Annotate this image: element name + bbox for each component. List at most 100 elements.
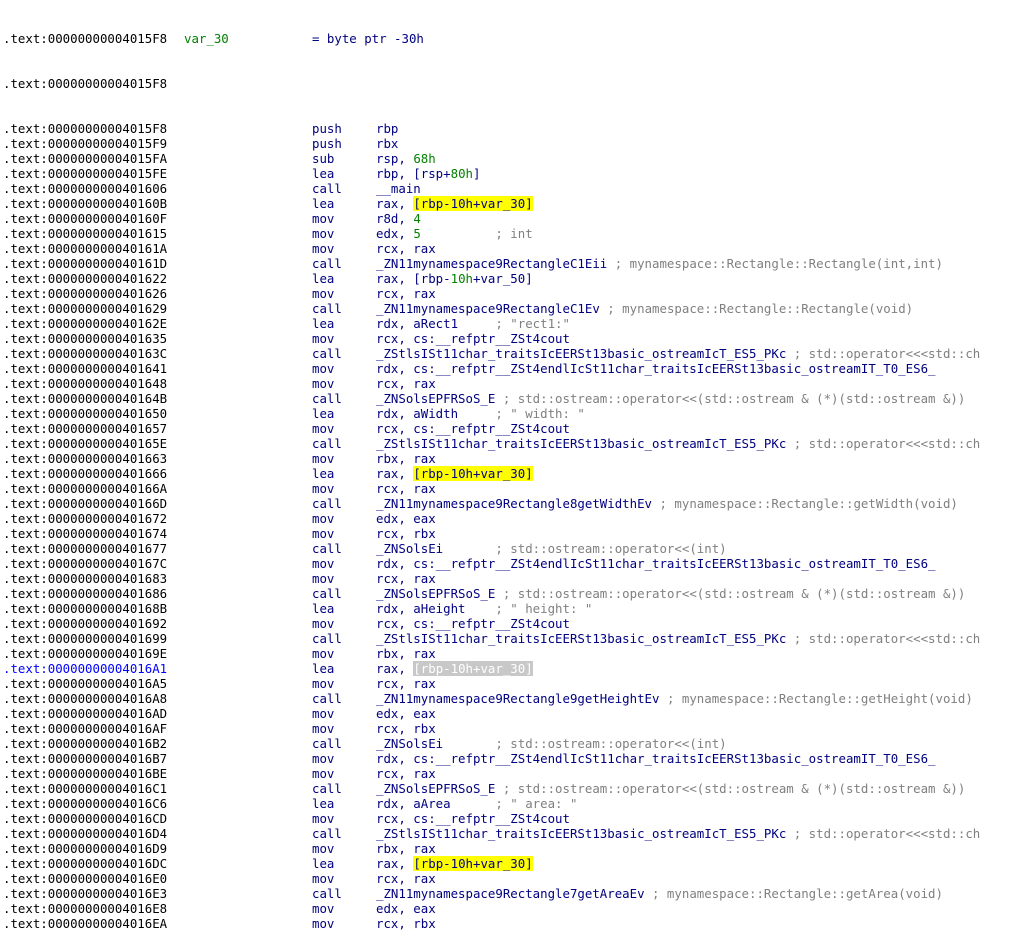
operand-text[interactable]: rcx, rax (376, 766, 436, 781)
listing-row[interactable]: .text:00000000004016A1 lea rax, [rbp-10h+v… (3, 661, 1022, 676)
operand-text[interactable]: _ZN11mynamespace9Rectangle9getHeightEv (376, 691, 667, 706)
listing-row[interactable]: .text:0000000000401674 mov rcx, rbx (3, 526, 1022, 541)
listing-row-blank[interactable]: .text:00000000004015F8 (3, 76, 1022, 91)
operand-text[interactable]: _ZNSolsEPFRSoS_E (376, 781, 503, 796)
listing-row[interactable]: .text:0000000000401663 mov rbx, rax (3, 451, 1022, 466)
operands[interactable]: rcx, rbx (376, 916, 436, 931)
listing-row[interactable]: .text:00000000004016B2 call _ZNSolsEi ; st… (3, 736, 1022, 751)
listing-row[interactable]: .text:00000000004015F8 push rbp (3, 121, 1022, 136)
operand-text[interactable]: rsp, (376, 151, 413, 166)
operands[interactable]: rcx, rax (376, 871, 436, 886)
operand-text[interactable]: rcx, cs:__refptr__ZSt4cout (376, 616, 570, 631)
listing-row[interactable]: .text:00000000004016BE mov rcx, rax (3, 766, 1022, 781)
highlighted-operand[interactable]: [rbp-10h+var_30] (413, 661, 533, 676)
operands[interactable]: rcx, rax (376, 376, 436, 391)
operand-text[interactable]: _ZN11mynamespace9Rectangle8getWidthEv (376, 496, 659, 511)
operands[interactable]: rbx, rax (376, 646, 436, 661)
listing-row[interactable]: .text:00000000004016DC lea rax, [rbp-10h+v… (3, 856, 1022, 871)
operands[interactable]: rsp, 68h (376, 151, 436, 166)
listing-row[interactable]: .text:00000000004016A8 call _ZN11mynamespa… (3, 691, 1022, 706)
listing-row[interactable]: .text:00000000004015FA sub rsp, 68h (3, 151, 1022, 166)
operand-text[interactable]: rcx, cs:__refptr__ZSt4cout (376, 331, 570, 346)
operands[interactable]: rcx, rax (376, 241, 436, 256)
operands[interactable]: rax, [rbp-10h+var_30] (376, 466, 533, 481)
operands[interactable]: _ZNSolsEi ; std::ostream::operator<<(int… (376, 541, 727, 556)
listing-row[interactable]: .text:0000000000401699 call _ZStlsISt11cha… (3, 631, 1022, 646)
operand-text[interactable]: rdx, cs:__refptr__ZSt4endlIcSt11char_tra… (376, 556, 936, 571)
operands[interactable]: rbx, rax (376, 451, 436, 466)
operands[interactable]: rdx, aArea ; " area: " (376, 796, 577, 811)
listing-row[interactable]: .text:00000000004016C6 lea rdx, aArea ; " … (3, 796, 1022, 811)
operand-text[interactable]: rax, [rbp- (376, 271, 451, 286)
operand-text[interactable]: rcx, rbx (376, 916, 436, 931)
operands[interactable]: __main (376, 181, 421, 196)
operands[interactable]: rcx, cs:__refptr__ZSt4cout (376, 811, 570, 826)
operand-text[interactable]: _ZNSolsEi (376, 736, 495, 751)
operand-text[interactable]: rcx, rax (376, 241, 436, 256)
highlighted-operand[interactable]: [rbp-10h+var_30] (413, 856, 533, 871)
operands[interactable]: _ZN11mynamespace9RectangleC1Ev ; mynames… (376, 301, 913, 316)
listing-row-var-def[interactable]: .text:00000000004015F8 var_30 = byte ptr… (3, 31, 1022, 46)
listing-row[interactable]: .text:0000000000401629 call _ZN11mynamespa… (3, 301, 1022, 316)
operand-text[interactable]: _ZNSolsEi (376, 541, 495, 556)
operands[interactable]: _ZNSolsEi ; std::ostream::operator<<(int… (376, 736, 727, 751)
operand-text[interactable]: _ZN11mynamespace9Rectangle7getAreaEv (376, 886, 652, 901)
listing-row[interactable]: .text:00000000004016AF mov rcx, rbx (3, 721, 1022, 736)
listing-row[interactable]: .text:00000000004016A5 mov rcx, rax (3, 676, 1022, 691)
disassembly-listing[interactable]: .text:00000000004015F8 var_30 = byte ptr… (3, 1, 1022, 946)
operand-text[interactable]: rbp, [rsp+ (376, 166, 451, 181)
operands[interactable]: rbx, rax (376, 841, 436, 856)
operand-text[interactable]: rcx, cs:__refptr__ZSt4cout (376, 811, 570, 826)
operands[interactable]: edx, eax (376, 511, 436, 526)
operand-text[interactable]: rax, (376, 196, 413, 211)
listing-row[interactable]: .text:0000000000401635 mov rcx, cs:__refpt… (3, 331, 1022, 346)
operand-text[interactable]: rdx, aWidth (376, 406, 495, 421)
operands[interactable]: _ZN11mynamespace9Rectangle8getWidthEv ; … (376, 496, 958, 511)
operands[interactable]: _ZN11mynamespace9Rectangle7getAreaEv ; m… (376, 886, 943, 901)
operands[interactable]: rcx, rbx (376, 526, 436, 541)
operands[interactable]: _ZNSolsEPFRSoS_E ; std::ostream::operato… (376, 586, 965, 601)
listing-row[interactable]: .text:0000000000401626 mov rcx, rax (3, 286, 1022, 301)
listing-row[interactable]: .text:00000000004016AD mov edx, eax (3, 706, 1022, 721)
listing-row[interactable]: .text:000000000040166A mov rcx, rax (3, 481, 1022, 496)
operand-text[interactable]: _ZN11mynamespace9RectangleC1Eii (376, 256, 615, 271)
operand-text[interactable]: rax, (376, 856, 413, 871)
listing-row[interactable]: .text:0000000000401677 call _ZNSolsEi ; st… (3, 541, 1022, 556)
operand-text[interactable]: rcx, rax (376, 871, 436, 886)
operand-text[interactable]: rbx, rax (376, 841, 436, 856)
listing-row[interactable]: .text:000000000040161D call _ZN11mynamespa… (3, 256, 1022, 271)
listing-row[interactable]: .text:0000000000401666 lea rax, [rbp-10h+v… (3, 466, 1022, 481)
operand-text[interactable]: edx, (376, 226, 413, 241)
operand-text[interactable]: _ZStlsISt11char_traitsIcEERSt13basic_ost… (376, 436, 794, 451)
operands[interactable]: rbp (376, 121, 398, 136)
listing-row[interactable]: .text:00000000004016CD mov rcx, cs:__refpt… (3, 811, 1022, 826)
operands[interactable]: rcx, rax (376, 286, 436, 301)
operands[interactable]: rdx, cs:__refptr__ZSt4endlIcSt11char_tra… (376, 751, 936, 766)
listing-row[interactable]: .text:00000000004016C1 call _ZNSolsEPFRSoS… (3, 781, 1022, 796)
operands[interactable]: rbx (376, 136, 398, 151)
operands[interactable]: rcx, cs:__refptr__ZSt4cout (376, 616, 570, 631)
operand-text[interactable]: rdx, aArea (376, 796, 495, 811)
operands[interactable]: rdx, cs:__refptr__ZSt4endlIcSt11char_tra… (376, 361, 936, 376)
listing-row[interactable]: .text:00000000004015F9 push rbx (3, 136, 1022, 151)
highlighted-operand[interactable]: [rbp-10h+var_30] (413, 466, 533, 481)
operands[interactable]: rcx, cs:__refptr__ZSt4cout (376, 331, 570, 346)
operands[interactable]: _ZStlsISt11char_traitsIcEERSt13basic_ost… (376, 826, 980, 841)
operands[interactable]: rax, [rbp-10h+var_30] (376, 661, 533, 676)
operand-text[interactable]: rcx, rax (376, 571, 436, 586)
listing-row[interactable]: .text:000000000040162E lea rdx, aRect1 ; "… (3, 316, 1022, 331)
operands[interactable]: rcx, rax (376, 766, 436, 781)
operand-text[interactable]: rbx (376, 136, 398, 151)
operands[interactable]: rcx, rbx (376, 721, 436, 736)
operands[interactable]: rcx, rax (376, 676, 436, 691)
stack-var-label[interactable]: var_30 (184, 31, 229, 46)
operands[interactable]: _ZN11mynamespace9Rectangle9getHeightEv ;… (376, 691, 973, 706)
listing-row[interactable]: .text:000000000040164B call _ZNSolsEPFRSoS… (3, 391, 1022, 406)
operand-text[interactable]: rbx, rax (376, 646, 436, 661)
highlighted-operand[interactable]: [rbp-10h+var_30] (413, 196, 533, 211)
listing-row[interactable]: .text:000000000040161A mov rcx, rax (3, 241, 1022, 256)
operands[interactable]: rdx, aHeight ; " height: " (376, 601, 592, 616)
listing-row[interactable]: .text:00000000004016E3 call _ZN11mynamespa… (3, 886, 1022, 901)
operands[interactable]: _ZN11mynamespace9RectangleC1Eii ; myname… (376, 256, 943, 271)
operand-text[interactable]: edx, eax (376, 511, 436, 526)
